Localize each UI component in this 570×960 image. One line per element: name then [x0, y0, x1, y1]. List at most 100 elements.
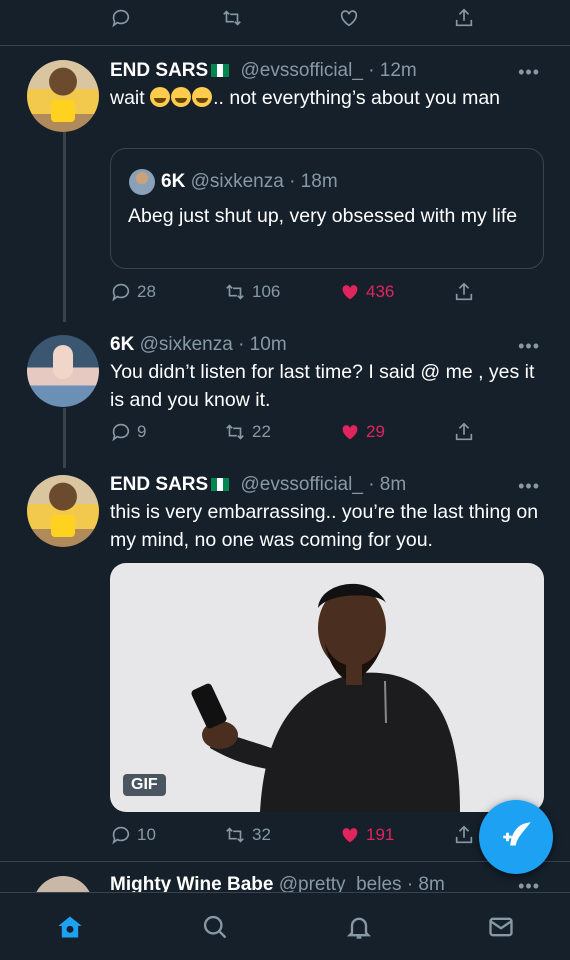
reply-count: 28	[137, 282, 156, 301]
retweet-icon	[223, 10, 241, 26]
nigeria-flag-icon	[211, 64, 230, 77]
laughing-emoji-icon	[150, 87, 171, 107]
notifications-icon	[346, 917, 372, 939]
reply-count: 9	[137, 422, 147, 441]
man-with-phone-illustration	[191, 583, 460, 812]
like-count: 191	[366, 825, 395, 844]
handle[interactable]: @sixkenza	[140, 334, 233, 355]
share-button[interactable]	[453, 281, 475, 303]
reply-icon	[112, 283, 130, 302]
like-button[interactable]: 191	[339, 824, 394, 846]
tab-notifications[interactable]	[345, 913, 373, 946]
share-icon	[455, 825, 473, 844]
compose-icon	[503, 822, 531, 846]
retweet-icon	[226, 284, 244, 300]
tweet-text-prefix: wait	[110, 87, 145, 109]
avatar-figure	[53, 345, 73, 379]
avatar-figure	[51, 100, 75, 122]
quoted-text: Abeg just shut up, very obsessed with my…	[128, 205, 518, 227]
avatar-figure	[51, 515, 75, 537]
like-icon	[342, 285, 358, 300]
reply-icon	[112, 9, 130, 28]
avatar[interactable]	[27, 60, 99, 132]
retweet-count: 22	[252, 422, 271, 441]
tab-search[interactable]	[201, 913, 229, 946]
avatar[interactable]	[27, 475, 99, 547]
retweet-button[interactable]: 32	[223, 824, 271, 846]
like-count: 29	[366, 422, 385, 441]
tab-home[interactable]	[56, 913, 84, 946]
timestamp: · 8m	[368, 474, 407, 495]
search-icon	[203, 915, 227, 939]
timestamp: · 12m	[368, 60, 417, 81]
more-options-icon[interactable]: •••	[518, 876, 540, 892]
retweet-icon	[226, 424, 244, 440]
share-icon	[455, 282, 473, 301]
reply-icon	[112, 423, 130, 442]
handle[interactable]: @evssofficial_	[240, 474, 362, 495]
thread-line	[63, 408, 66, 468]
display-name[interactable]: END SARS	[110, 60, 208, 81]
home-icon	[58, 916, 82, 938]
display-name[interactable]: END SARS	[110, 474, 208, 495]
like-icon	[342, 828, 358, 843]
tweet-header: Mighty Wine Babe @pretty_beles · 8m	[110, 874, 445, 892]
reply-icon	[112, 826, 130, 845]
avatar	[33, 876, 93, 892]
quoted-display-name: 6K	[161, 171, 186, 192]
gif-media[interactable]: GIF	[110, 563, 544, 812]
handle: @pretty_beles	[278, 874, 402, 892]
display-name: Mighty Wine Babe	[110, 874, 274, 892]
gif-badge: GIF	[123, 774, 166, 796]
like-button[interactable]: 29	[339, 421, 385, 443]
retweet-count: 106	[252, 282, 281, 301]
reply-button[interactable]: 10	[110, 824, 156, 846]
partial-tweet[interactable]: Mighty Wine Babe @pretty_beles · 8m •••	[0, 862, 570, 892]
more-options-icon[interactable]: •••	[518, 336, 540, 357]
share-button[interactable]	[453, 421, 475, 443]
tweet-text: wait .. not everything’s about you man	[110, 84, 530, 112]
retweet-button[interactable]: 106	[223, 281, 280, 303]
reply-count: 10	[137, 825, 156, 844]
avatar[interactable]	[27, 335, 99, 407]
handle[interactable]: @evssofficial_	[240, 60, 362, 81]
reply-button[interactable]: 9	[110, 421, 146, 443]
like-button[interactable]	[338, 7, 360, 29]
laughing-emoji-icon	[171, 87, 192, 107]
bottom-nav	[0, 892, 570, 960]
tweet-text-suffix: .. not everything’s about you man	[213, 87, 501, 109]
share-button[interactable]	[453, 7, 475, 29]
timestamp: · 8m	[406, 874, 445, 892]
quoted-handle: @sixkenza	[190, 171, 284, 192]
laughing-emoji-icon	[192, 87, 213, 107]
timestamp: · 10m	[238, 334, 287, 355]
tweet-header: END SARS @evssofficial_ · 8m	[110, 474, 406, 496]
quoted-avatar	[129, 169, 155, 195]
retweet-button[interactable]	[220, 7, 244, 29]
quoted-header: 6K @sixkenza · 18m	[161, 171, 338, 193]
retweet-count: 32	[252, 825, 271, 844]
more-options-icon[interactable]: •••	[518, 62, 540, 83]
display-name[interactable]: 6K	[110, 334, 134, 355]
share-button[interactable]	[453, 824, 475, 846]
tab-messages[interactable]	[487, 913, 515, 946]
like-icon	[342, 425, 358, 440]
nigeria-flag-icon	[211, 478, 230, 491]
messages-icon	[489, 917, 513, 937]
quoted-timestamp: · 18m	[289, 171, 338, 192]
reply-button[interactable]: 28	[110, 281, 156, 303]
compose-button[interactable]	[479, 800, 553, 874]
retweet-icon	[226, 827, 244, 843]
share-icon	[455, 422, 473, 441]
retweet-button[interactable]: 22	[223, 421, 271, 443]
like-count: 436	[366, 282, 395, 301]
more-options-icon[interactable]: •••	[518, 476, 540, 497]
divider	[0, 45, 570, 46]
reply-button[interactable]	[110, 7, 132, 29]
tweet-header: 6K @sixkenza · 10m	[110, 334, 287, 356]
tweet-text: You didn’t listen for last time? I said …	[110, 361, 535, 411]
tweet-header: END SARS @evssofficial_ · 12m	[110, 60, 417, 82]
like-button[interactable]: 436	[339, 281, 394, 303]
quoted-tweet[interactable]: 6K @sixkenza · 18m Abeg just shut up, ve…	[110, 148, 544, 269]
thread-line	[63, 132, 66, 322]
